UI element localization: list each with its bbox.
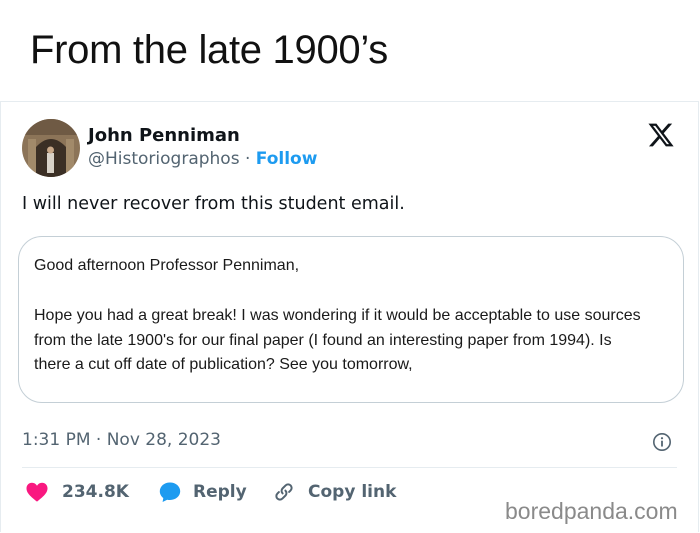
email-line: Hope you had a great break! I was wonder… [34,307,641,324]
follow-button[interactable]: Follow [256,149,318,169]
author-name[interactable]: John Penniman [88,125,240,146]
like-count: 234.8K [62,482,129,502]
reply-bubble-icon [159,482,181,502]
page-title: From the late 1900’s [30,28,388,72]
heart-icon [26,482,48,502]
copy-link-button[interactable]: Copy link [272,480,396,504]
link-icon [275,483,293,501]
separator-dot: · [244,149,251,169]
tweet-timestamp[interactable]: 1:31 PM · Nov 28, 2023 [22,430,221,450]
tweet-text: I will never recover from this student e… [22,194,405,214]
reply-button[interactable]: Reply [157,480,247,504]
divider [22,467,677,468]
info-icon[interactable] [652,432,672,452]
avatar-photo [22,119,80,177]
like-button[interactable]: 234.8K [24,480,129,504]
handle-line: @Historiographos · Follow [88,149,317,169]
watermark: boredpanda.com [505,498,678,524]
avatar[interactable] [22,119,80,177]
email-line: from the late 1900's for our final paper… [34,332,612,349]
reply-label: Reply [193,482,247,502]
email-line: there a cut off date of publication? See… [34,356,413,373]
email-greeting: Good afternoon Professor Penniman, [34,257,300,274]
copy-link-label: Copy link [308,482,397,502]
x-logo-icon[interactable] [646,121,676,149]
author-handle[interactable]: @Historiographos [88,149,240,169]
